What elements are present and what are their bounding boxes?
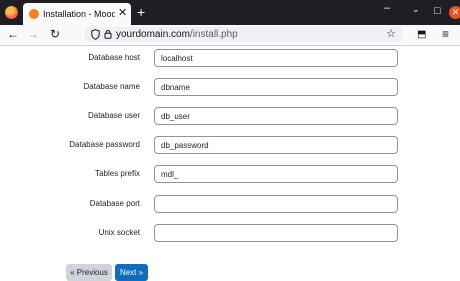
forward-arrow-icon[interactable]: → — [27, 27, 39, 41]
new-tab-button[interactable]: + — [137, 4, 145, 20]
database-user-input[interactable]: db_user — [154, 107, 398, 125]
firefox-logo-icon — [5, 6, 18, 19]
label-database-port: Database port — [89, 199, 140, 208]
url-text[interactable]: yourdomain.com/install.php — [116, 28, 238, 41]
browser-tab-active[interactable]: Installation - Moodle 4.0.4 (B ✕ — [23, 3, 131, 25]
label-database-name: Database name — [83, 82, 140, 91]
tab-close-icon[interactable]: ✕ — [118, 7, 127, 19]
hamburger-menu-icon[interactable]: ≡ — [442, 27, 449, 41]
reload-icon[interactable]: ↻ — [50, 27, 60, 41]
browser-nav-bar: ← → ↻ yourdomain.com/install.php ☆ ⬒ ≡ — [0, 25, 460, 46]
bookmark-star-icon[interactable]: ☆ — [386, 27, 396, 41]
database-host-input[interactable]: localhost — [154, 49, 398, 67]
url-bar[interactable]: yourdomain.com/install.php ☆ — [85, 27, 402, 42]
database-user-value: db_user — [161, 112, 190, 121]
label-database-user: Database user — [87, 111, 140, 120]
database-password-value: db_password — [161, 141, 209, 150]
database-name-value: dbname — [161, 83, 190, 92]
database-port-input[interactable] — [154, 195, 398, 213]
browser-tab-bar: Installation - Moodle 4.0.4 (B ✕ + ⌄ – □… — [0, 0, 460, 25]
url-path: /install.php — [189, 29, 238, 40]
tracking-shield-icon[interactable] — [91, 29, 100, 40]
database-password-input[interactable]: db_password — [154, 136, 398, 154]
tab-title: Installation - Moodle 4.0.4 (B — [43, 9, 115, 19]
label-unix-socket: Unix socket — [98, 228, 140, 237]
tables-prefix-input[interactable]: mdl_ — [154, 165, 398, 183]
minimize-window-button[interactable]: – — [384, 2, 390, 14]
label-database-password: Database password — [69, 140, 140, 149]
database-host-value: localhost — [161, 54, 193, 63]
pocket-icon[interactable]: ⬒ — [417, 28, 426, 42]
moodle-favicon-icon — [29, 9, 39, 19]
next-button[interactable]: Next » — [115, 264, 148, 281]
label-database-host: Database host — [88, 53, 140, 62]
unix-socket-input[interactable] — [154, 224, 398, 242]
previous-button[interactable]: « Previous — [66, 264, 112, 281]
tab-list-dropdown-icon[interactable]: ⌄ — [412, 3, 420, 15]
label-tables-prefix: Tables prefix — [95, 169, 140, 178]
url-domain: yourdomain.com — [116, 29, 190, 40]
lock-icon[interactable] — [104, 29, 112, 39]
back-arrow-icon[interactable]: ← — [7, 27, 19, 41]
database-name-input[interactable]: dbname — [154, 78, 398, 96]
close-window-button[interactable]: ✕ — [449, 6, 460, 19]
maximize-window-button[interactable]: □ — [434, 5, 441, 17]
tables-prefix-value: mdl_ — [161, 170, 179, 179]
